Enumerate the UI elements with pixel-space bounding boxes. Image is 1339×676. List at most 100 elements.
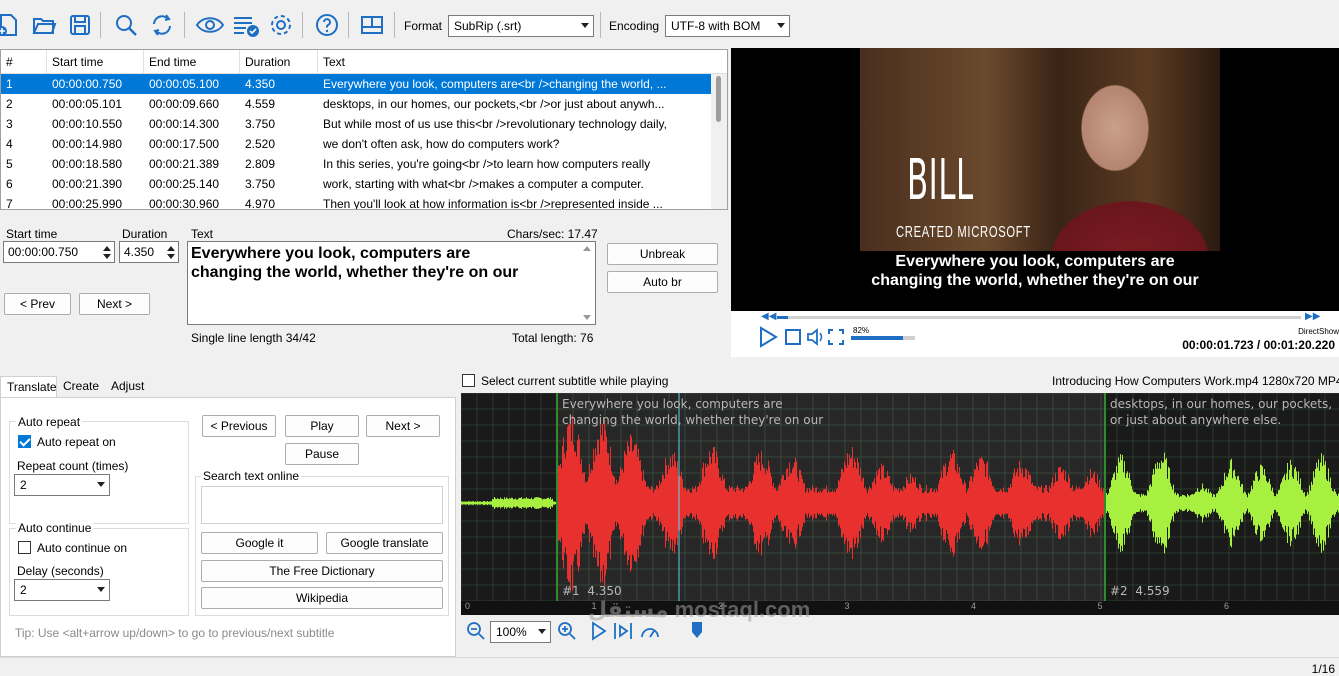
format-select[interactable]: SubRip (.srt): [448, 15, 594, 37]
repeat-count-select[interactable]: 2: [14, 474, 110, 496]
zoom-out-icon[interactable]: [466, 621, 486, 644]
free-dictionary-button[interactable]: The Free Dictionary: [201, 560, 443, 582]
cell-end: 00:00:17.500: [149, 137, 220, 151]
table-row[interactable]: 6 00:00:21.390 00:00:25.140 3.750 work, star…: [1, 174, 727, 194]
unbreak-button[interactable]: Unbreak: [607, 243, 718, 265]
zoom-select[interactable]: 100%: [490, 621, 551, 643]
auto-repeat-checkbox[interactable]: [18, 435, 31, 448]
wave-sub-2: desktops, in our homes, our pockets, or …: [1110, 396, 1332, 428]
grid-scrollbar[interactable]: [711, 74, 727, 209]
delay-label: Delay (seconds): [17, 564, 104, 578]
select-current-label: Select current subtitle while playing: [481, 374, 669, 388]
fullscreen-icon[interactable]: [828, 329, 844, 348]
select-current-checkbox[interactable]: [462, 374, 475, 387]
wave-tick-label: 4: [971, 601, 977, 611]
wave-tick-label: 0: [465, 601, 471, 611]
wave-position-marker-icon[interactable]: [690, 621, 704, 642]
wave-sub-2-line-2: or just about anywhere else.: [1110, 413, 1282, 427]
video-player[interactable]: BILL CREATED MICROSOFT Everywhere you lo…: [731, 48, 1339, 311]
text-scrollbar[interactable]: [579, 242, 595, 324]
wikipedia-button[interactable]: Wikipedia: [201, 587, 443, 609]
google-it-button[interactable]: Google it: [201, 532, 318, 554]
zoom-in-icon[interactable]: [557, 621, 577, 644]
audio-waveform[interactable]: Everywhere you look, computers are chang…: [461, 393, 1339, 615]
save-icon[interactable]: [66, 10, 94, 40]
delay-select[interactable]: 2: [14, 579, 110, 601]
volume-slider[interactable]: [851, 336, 915, 340]
subtitle-text-editor[interactable]: Everywhere you look, computers are chang…: [187, 241, 596, 325]
new-file-icon[interactable]: [0, 10, 22, 40]
subtitle-grid[interactable]: # Start time End time Duration Text 1 00:…: [0, 49, 728, 210]
wave-play-selection-icon[interactable]: [613, 621, 633, 644]
col-duration[interactable]: Duration: [240, 50, 318, 73]
settings-gear-icon[interactable]: [267, 10, 295, 40]
replace-icon[interactable]: [148, 10, 176, 40]
table-row[interactable]: 3 00:00:10.550 00:00:14.300 3.750 But while …: [1, 114, 727, 134]
search-icon[interactable]: [112, 10, 140, 40]
volume-fill: [851, 336, 904, 340]
table-row[interactable]: 5 00:00:18.580 00:00:21.389 2.809 In this se…: [1, 154, 727, 174]
wave-tag-2: #2 4.559: [1110, 584, 1170, 598]
video-frame: BILL CREATED MICROSOFT: [860, 48, 1220, 251]
wave-sub-2-line-1: desktops, in our homes, our pockets,: [1110, 397, 1333, 411]
total-length: Total length: 76: [512, 331, 594, 345]
layout-icon[interactable]: [358, 10, 386, 40]
play-icon[interactable]: [757, 326, 779, 351]
col-number[interactable]: #: [1, 50, 47, 73]
video-sub-line-2: changing the world, whether they're on o…: [871, 272, 1199, 289]
table-row[interactable]: 7 00:00:25.990 00:00:30.960 4.970 Then you'l…: [1, 194, 727, 210]
preview-eye-icon[interactable]: [194, 10, 226, 40]
auto-br-button[interactable]: Auto br: [607, 271, 718, 293]
cell-start: 00:00:14.980: [52, 137, 123, 151]
cell-num: 6: [6, 177, 13, 191]
wave-tick-label: 1: [591, 601, 597, 611]
tab-create[interactable]: Create: [57, 376, 105, 398]
col-text[interactable]: Text: [318, 50, 710, 73]
previous-button[interactable]: < Previous: [202, 415, 276, 437]
col-end[interactable]: End time: [144, 50, 240, 73]
help-icon[interactable]: [313, 10, 341, 40]
auto-continue-on-label: Auto continue on: [37, 541, 128, 555]
table-row[interactable]: 2 00:00:05.101 00:00:09.660 4.559 desktops, …: [1, 94, 727, 114]
table-row[interactable]: 1 00:00:00.750 00:00:05.100 4.350 Everywhere…: [1, 74, 727, 94]
cell-dur: 2.520: [245, 137, 276, 151]
renderer-label: DirectShow: [1298, 327, 1339, 336]
search-text-input[interactable]: [201, 486, 443, 524]
start-time-input[interactable]: 00:00:00.750: [3, 241, 115, 263]
speed-gauge-icon[interactable]: [639, 621, 661, 644]
wave-tick-label: 2: [718, 601, 724, 611]
next-subtitle-button[interactable]: Next >: [366, 415, 440, 437]
wave-play-icon[interactable]: [590, 621, 608, 644]
next-button[interactable]: Next >: [79, 293, 150, 315]
auto-repeat-on-label: Auto repeat on: [37, 435, 116, 449]
google-translate-button[interactable]: Google translate: [326, 532, 443, 554]
table-row[interactable]: 4 00:00:14.980 00:00:17.500 2.520 we don't o…: [1, 134, 727, 154]
spellcheck-icon[interactable]: [230, 10, 262, 40]
cell-num: 7: [6, 197, 13, 210]
open-folder-icon[interactable]: [30, 10, 58, 40]
video-person: [1020, 48, 1220, 251]
rewind-icon[interactable]: ◀◀: [761, 311, 776, 322]
auto-repeat-title: Auto repeat: [16, 415, 83, 429]
pause-button[interactable]: Pause: [285, 443, 359, 465]
cell-dur: 4.559: [245, 97, 276, 111]
grid-scroll-thumb[interactable]: [716, 76, 721, 122]
auto-continue-checkbox[interactable]: [18, 541, 31, 554]
cell-start: 00:00:10.550: [52, 117, 123, 131]
duration-input[interactable]: 4.350: [119, 241, 179, 263]
cell-end: 00:00:09.660: [149, 97, 220, 111]
tab-translate[interactable]: Translate: [0, 376, 57, 398]
col-start[interactable]: Start time: [47, 50, 144, 73]
tab-adjust[interactable]: Adjust: [105, 376, 150, 398]
cell-text: desktops, in our homes, our pockets,<br …: [323, 97, 665, 111]
volume-icon[interactable]: [806, 328, 826, 349]
fast-forward-icon[interactable]: ▶▶: [1305, 311, 1320, 322]
prev-button[interactable]: < Prev: [4, 293, 71, 315]
stop-icon[interactable]: [785, 329, 801, 348]
encoding-select[interactable]: UTF-8 with BOM: [665, 15, 790, 37]
video-progress-fill: [777, 316, 788, 319]
cell-start: 00:00:00.750: [52, 77, 123, 91]
play-button[interactable]: Play: [285, 415, 359, 437]
cell-text: Everywhere you look, computers are<br />…: [323, 77, 667, 91]
video-progress-track[interactable]: [777, 316, 1301, 319]
